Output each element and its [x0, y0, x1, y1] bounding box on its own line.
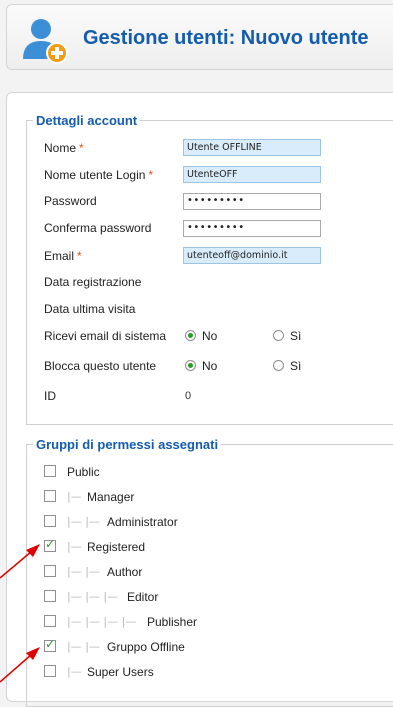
annotation-arrows: [0, 544, 40, 683]
arrow-icon: [0, 544, 40, 579]
arrow-icon: [0, 647, 40, 683]
